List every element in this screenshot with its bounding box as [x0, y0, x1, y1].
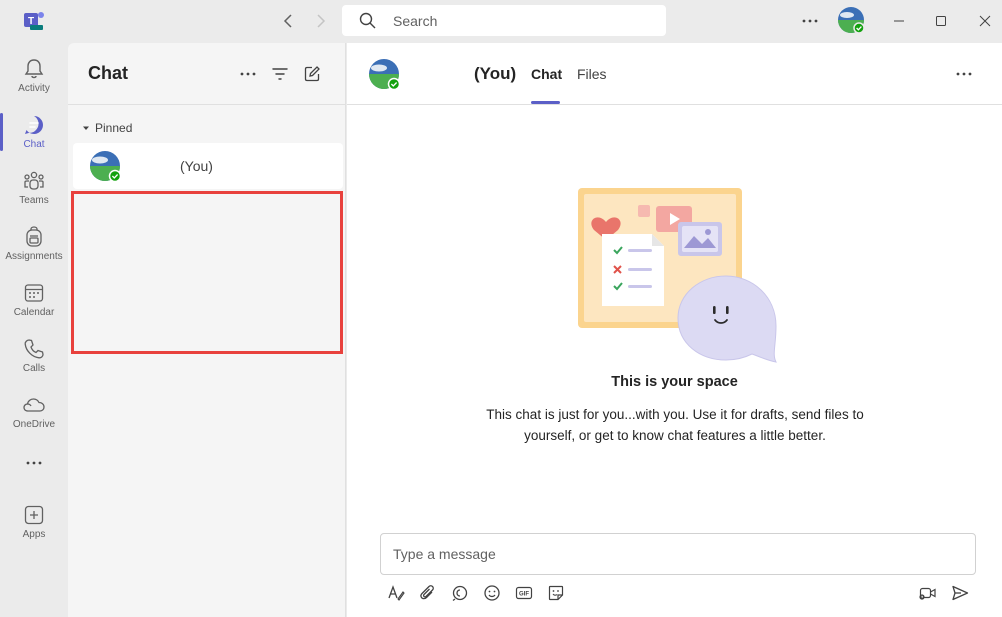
chat-list-header: Chat: [68, 43, 346, 105]
app-rail: Activity Chat Teams Assignments Calendar…: [0, 43, 68, 617]
forward-arrow-icon[interactable]: [310, 10, 332, 32]
rail-label-apps: Apps: [22, 529, 46, 540]
highlight-box: [71, 191, 343, 354]
rail-item-assignments[interactable]: Assignments: [0, 217, 68, 269]
teams-icon: [24, 171, 44, 190]
space-title: This is your space: [611, 374, 738, 390]
rail-label-chat: Chat: [23, 139, 45, 150]
teams-logo-icon: T: [22, 9, 46, 31]
maximize-icon[interactable]: [930, 11, 952, 31]
cloud-icon: [23, 398, 45, 412]
more-options-icon[interactable]: [952, 65, 976, 83]
message-placeholder: Type a message: [393, 546, 496, 562]
add-apps-icon: [24, 505, 44, 525]
new-chat-icon[interactable]: [301, 63, 323, 85]
rail-item-chat[interactable]: Chat: [0, 105, 68, 157]
search-icon: [359, 12, 376, 28]
filter-icon[interactable]: [269, 63, 291, 85]
minimize-icon[interactable]: [888, 11, 910, 31]
rail-active-indicator: [0, 113, 3, 151]
rail-label-calendar: Calendar: [13, 307, 55, 318]
rail-item-activity[interactable]: Activity: [0, 49, 68, 101]
more-options-icon[interactable]: [237, 63, 259, 85]
loop-component-icon[interactable]: [450, 583, 470, 603]
conversation-pane: (You) Chat Files This is your space This…: [347, 43, 1002, 617]
search-input[interactable]: Search: [342, 5, 666, 36]
close-icon[interactable]: [974, 11, 996, 31]
back-arrow-icon[interactable]: [277, 10, 299, 32]
profile-avatar[interactable]: [837, 6, 865, 34]
tab-files[interactable]: Files: [577, 66, 607, 82]
rail-item-apps[interactable]: Apps: [0, 495, 68, 547]
pinned-label: Pinned: [95, 121, 133, 135]
search-placeholder: Search: [393, 12, 438, 29]
sticker-icon[interactable]: [546, 583, 566, 603]
active-tab-indicator: [531, 101, 560, 104]
backpack-icon: [26, 226, 42, 247]
conversation-title: (You): [474, 64, 517, 83]
more-options-icon[interactable]: [798, 12, 822, 30]
conversation-header: (You) Chat Files: [347, 43, 1002, 105]
avatar: [89, 150, 122, 183]
rail-item-calls[interactable]: Calls: [0, 329, 68, 381]
attach-icon[interactable]: [418, 583, 438, 603]
chat-list-title: Chat: [88, 63, 128, 83]
message-input[interactable]: Type a message: [380, 533, 976, 575]
phone-icon: [24, 339, 44, 359]
chevron-down-icon: [83, 126, 89, 130]
title-bar: T Search: [0, 0, 1002, 43]
space-description: This chat is just for you...with you. Us…: [486, 407, 864, 443]
gif-icon[interactable]: GIF: [514, 583, 534, 603]
video-message-icon[interactable]: [918, 583, 938, 603]
your-space-illustration: [576, 186, 781, 366]
calendar-icon: [24, 284, 44, 302]
pinned-section-header[interactable]: Pinned: [81, 121, 132, 135]
format-text-icon[interactable]: [386, 583, 406, 603]
more-apps-icon[interactable]: [22, 453, 46, 473]
rail-label-calls: Calls: [22, 363, 46, 374]
chat-icon: [25, 116, 43, 134]
emoji-icon[interactable]: [482, 583, 502, 603]
rail-label-onedrive: OneDrive: [12, 419, 56, 430]
bell-icon: [24, 59, 44, 79]
avatar[interactable]: [368, 58, 401, 91]
chat-list-item[interactable]: (You): [73, 143, 343, 189]
svg-text:GIF: GIF: [519, 592, 529, 598]
chat-item-name: (You): [180, 158, 213, 174]
rail-label-activity: Activity: [18, 83, 50, 94]
rail-item-teams[interactable]: Teams: [0, 161, 68, 213]
rail-item-onedrive[interactable]: OneDrive: [0, 385, 68, 437]
send-icon[interactable]: [950, 583, 970, 603]
rail-item-calendar[interactable]: Calendar: [0, 273, 68, 325]
tab-chat[interactable]: Chat: [531, 66, 562, 82]
rail-label-assignments: Assignments: [5, 251, 63, 262]
rail-label-teams: Teams: [19, 195, 49, 206]
